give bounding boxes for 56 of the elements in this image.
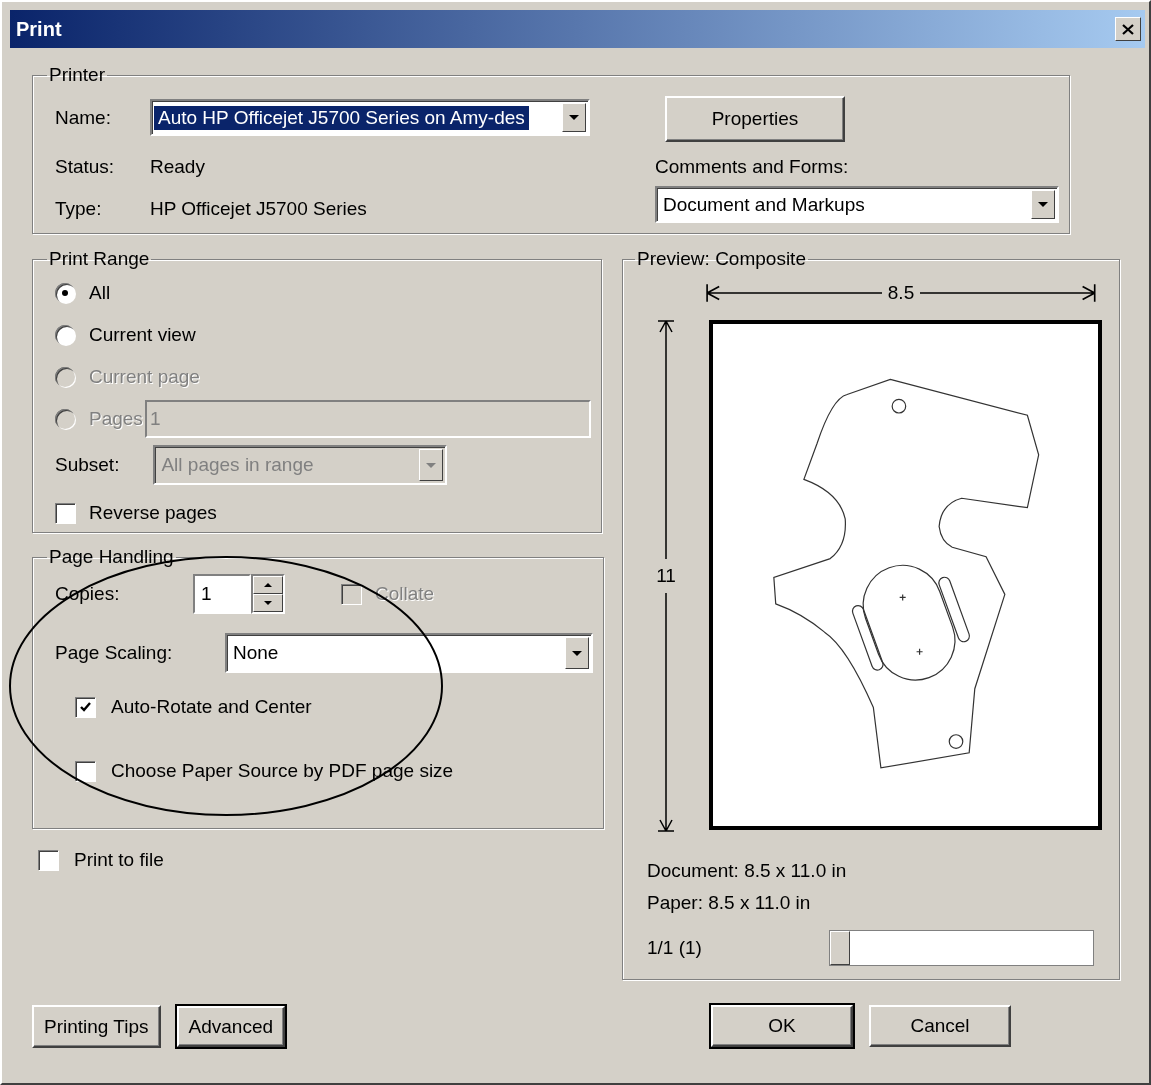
checkbox[interactable] xyxy=(75,761,95,781)
checkmark-icon xyxy=(79,702,91,712)
radio-label[interactable]: All xyxy=(89,282,111,304)
comments-dropdown[interactable]: Document and Markups xyxy=(655,186,1059,223)
field-value: Ready xyxy=(150,156,206,178)
dimension-label: 8.5 xyxy=(886,282,916,304)
paper-size: Paper: 8.5 x 11.0 in xyxy=(647,892,812,914)
arrow-icon xyxy=(656,593,676,832)
group-title: Print Range xyxy=(48,248,151,270)
properties-button[interactable]: Properties xyxy=(665,96,845,142)
checkbox[interactable] xyxy=(38,850,58,870)
checkbox-label[interactable]: Reverse pages xyxy=(89,502,217,524)
field-label: Subset: xyxy=(55,454,120,476)
slider-thumb[interactable] xyxy=(830,931,850,965)
spin-buttons[interactable] xyxy=(251,574,285,614)
dropdown-button[interactable] xyxy=(1031,190,1055,219)
arrow-icon xyxy=(920,283,1096,303)
caret-icon xyxy=(569,115,579,120)
window-title: Print xyxy=(16,17,62,41)
caret-icon xyxy=(572,650,582,656)
field-label: Name: xyxy=(55,106,112,129)
caret-icon xyxy=(426,462,437,468)
dropdown-button[interactable] xyxy=(565,637,589,669)
dialog-button[interactable]: Printing Tips xyxy=(32,1005,161,1048)
radio-button[interactable] xyxy=(55,283,75,303)
copies-field[interactable]: 1 xyxy=(193,574,251,614)
field-label: Status: xyxy=(55,156,116,178)
arrow-icon xyxy=(706,283,882,303)
field-value: HP Officejet J5700 Series xyxy=(150,198,368,220)
page-number: 1/1 (1) xyxy=(647,937,703,959)
field-label: Comments and Forms: xyxy=(655,156,849,178)
checkbox[interactable] xyxy=(55,503,75,523)
checkbox-label: Collate xyxy=(375,583,435,605)
caret-icon xyxy=(1038,202,1048,207)
printer-dropdown[interactable]: Auto HP Officejet J5700 Series on Amy-des xyxy=(150,99,590,136)
group-title: Page Handling xyxy=(48,546,175,568)
close-icon xyxy=(1122,23,1134,35)
checkbox[interactable] xyxy=(75,697,95,717)
dropdown-button[interactable] xyxy=(562,103,586,132)
field-label: Page Scaling: xyxy=(55,642,174,664)
checkbox-label[interactable]: Auto-Rotate and Center xyxy=(111,696,312,718)
scaling-dropdown[interactable]: None xyxy=(225,633,593,673)
ok-button[interactable]: OK xyxy=(711,1005,853,1047)
field-label: Type: xyxy=(55,198,103,220)
dimension-label: 11 xyxy=(656,564,676,588)
group-title: Printer xyxy=(48,64,106,86)
group-title: Preview: Composite xyxy=(636,248,807,270)
dialog-button[interactable]: Advanced xyxy=(176,1006,286,1047)
close-button[interactable] xyxy=(1115,17,1141,41)
cancel-button[interactable]: Cancel xyxy=(869,1005,1011,1047)
page-slider[interactable] xyxy=(829,930,1094,966)
radio-label[interactable]: Current view xyxy=(89,324,196,346)
document-size: Document: 8.5 x 11.0 in xyxy=(647,860,848,882)
arrow-icon xyxy=(656,320,676,559)
radio-button[interactable] xyxy=(55,325,75,345)
checkbox-label[interactable]: Print to file xyxy=(74,849,164,871)
